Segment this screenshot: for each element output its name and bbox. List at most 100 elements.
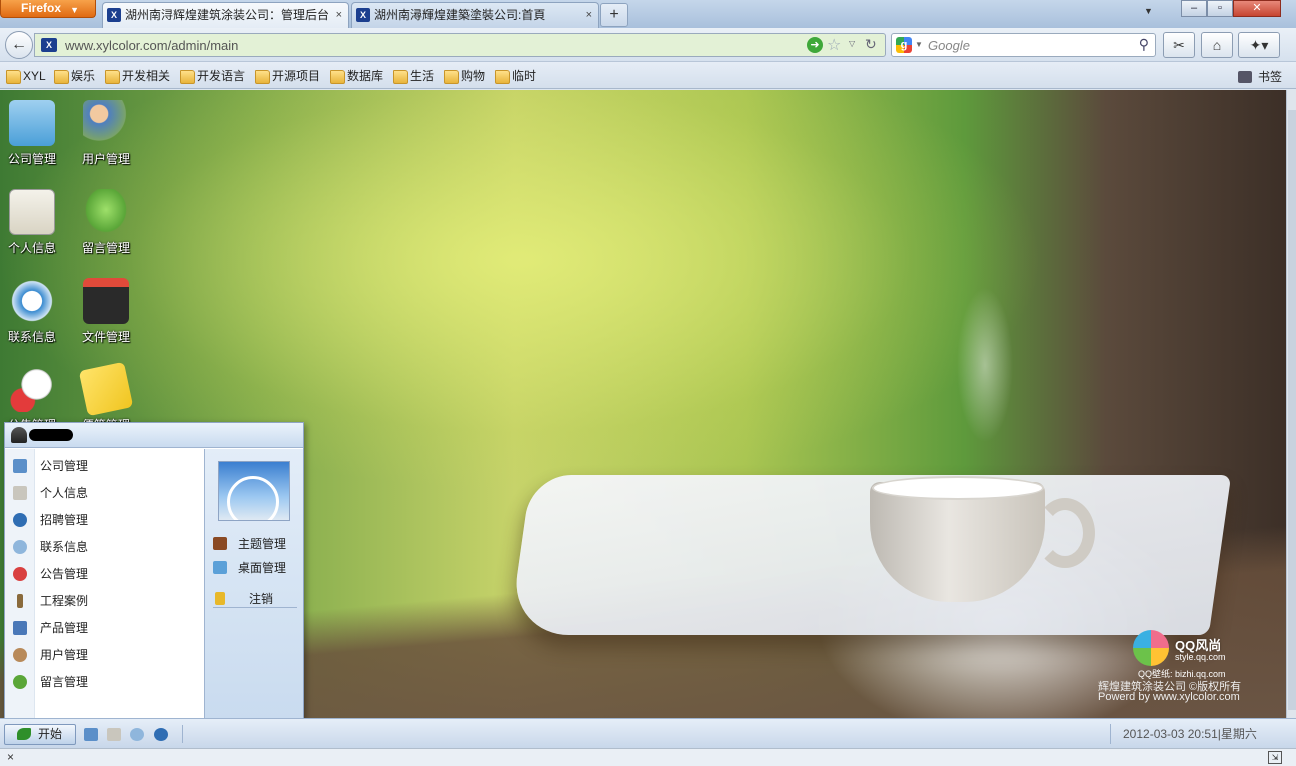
addon-button[interactable]: ✦▾ — [1238, 32, 1280, 58]
contact-icon[interactable] — [130, 728, 144, 741]
desktop-icon-label: 个人信息 — [7, 241, 56, 255]
wallpaper-cup-rim — [872, 476, 1044, 500]
menu-item-profile[interactable]: 个人信息 — [11, 480, 201, 506]
start-menu-header — [5, 423, 303, 448]
bookmarks-menu-button[interactable]: 书签 — [1238, 68, 1282, 85]
folder-icon — [83, 278, 129, 324]
user-avatar-icon — [11, 427, 27, 443]
theme-icon — [213, 537, 227, 550]
company-icon — [13, 459, 27, 473]
menu-item-contact[interactable]: 联系信息 — [11, 534, 201, 560]
start-menu: 公司管理 个人信息 招聘管理 联系信息 公告管理 工程案例 产品管理 用户管理 … — [4, 422, 304, 720]
project-icon — [17, 594, 23, 608]
close-tab-icon[interactable]: × — [336, 3, 342, 27]
company-building-icon — [9, 100, 55, 146]
engine-dropdown-icon[interactable]: ▼ — [915, 40, 923, 49]
desktop-icon-messages[interactable]: 留言管理 — [71, 181, 141, 261]
go-arrow-icon[interactable]: ➜ — [807, 37, 823, 53]
message-bubble-icon — [83, 189, 129, 235]
watermark-line3: Powerd by www.xylcolor.com — [1098, 691, 1240, 703]
desktop-icon-profile[interactable]: 个人信息 — [0, 181, 67, 261]
bookmark-star-icon[interactable]: ☆ — [827, 35, 841, 55]
menu-item-label: 联系信息 — [40, 540, 89, 554]
sticky-note-icon — [78, 361, 134, 417]
bookmark-folder[interactable]: 开源项目 — [253, 68, 320, 84]
google-engine-icon[interactable]: g — [896, 37, 912, 53]
menu-item-theme[interactable]: 主题管理 — [211, 533, 299, 555]
close-tab-icon[interactable]: × — [586, 3, 592, 27]
bookmark-folder[interactable]: XYL — [4, 68, 46, 84]
menu-item-label: 招聘管理 — [40, 513, 89, 527]
menu-item-products[interactable]: 产品管理 — [11, 615, 201, 641]
maximize-button[interactable]: ▫ — [1207, 0, 1233, 17]
menu-item-label: 个人信息 — [40, 486, 89, 500]
bookmark-folder[interactable]: 数据库 — [328, 68, 383, 84]
desktop-icon-label: 公司管理 — [7, 152, 56, 166]
bookmark-folder[interactable]: 生活 — [391, 68, 434, 84]
bookmark-folder[interactable]: 开发语言 — [178, 68, 245, 84]
tab-home[interactable]: X 湖州南潯輝煌建築塗裝公司:首頁 × — [351, 2, 599, 28]
url-bar[interactable]: X www.xylcolor.com/admin/main ➜ ☆ ▽ ↻ — [34, 33, 886, 57]
menu-item-users[interactable]: 用户管理 — [11, 642, 201, 668]
scrollbar-thumb[interactable] — [1288, 110, 1296, 710]
desktop-icon-users[interactable]: 用户管理 — [71, 92, 141, 172]
watermark-site: style.qq.com — [1175, 652, 1226, 662]
menu-item-label: 公告管理 — [40, 567, 89, 581]
menu-item-logout[interactable]: 注销 — [211, 588, 299, 610]
vertical-scrollbar[interactable] — [1286, 90, 1296, 718]
status-bar: × ⇲ — [0, 748, 1296, 766]
desktop-icon-contact[interactable]: 联系信息 — [0, 270, 67, 350]
bookmark-folder[interactable]: 开发相关 — [103, 68, 170, 84]
announcement-icon — [9, 366, 55, 412]
start-button[interactable]: 开始 — [4, 724, 76, 745]
menu-item-label: 桌面管理 — [238, 561, 287, 575]
bookmark-folder[interactable]: 临时 — [493, 68, 536, 84]
home-button[interactable]: ⌂ — [1201, 32, 1233, 58]
desktop-icon — [213, 561, 227, 574]
desktop-icon-label: 文件管理 — [81, 330, 130, 344]
search-placeholder: Google — [928, 38, 970, 53]
menu-item-recruit[interactable]: 招聘管理 — [11, 507, 201, 533]
back-button[interactable]: ← — [5, 31, 33, 59]
id-card-icon — [9, 189, 55, 235]
message-bubble-icon — [13, 675, 27, 689]
close-addon-bar-icon[interactable]: × — [7, 750, 14, 764]
window-close-button[interactable]: ✕ — [1233, 0, 1281, 17]
firefox-menu-button[interactable]: Firefox ▼ — [0, 0, 96, 18]
menu-item-label: 公司管理 — [40, 459, 89, 473]
new-tab-button[interactable]: + — [600, 3, 628, 27]
menu-item-label: 主题管理 — [238, 537, 287, 551]
bookmarks-toolbar: XYL 娱乐 开发相关 开发语言 开源项目 数据库 生活 购物 临时 书签 — [0, 62, 1296, 89]
minimize-button[interactable]: – — [1181, 0, 1207, 17]
menu-item-company[interactable]: 公司管理 — [11, 453, 201, 479]
resize-grip-icon[interactable]: ⇲ — [1268, 751, 1282, 764]
taskbar-divider — [182, 725, 183, 743]
id-card-icon[interactable] — [107, 728, 121, 741]
menu-item-projects[interactable]: 工程案例 — [11, 588, 201, 614]
chevron-down-icon: ▼ — [70, 5, 79, 15]
menu-item-messages[interactable]: 留言管理 — [11, 669, 201, 695]
bookmark-folder[interactable]: 娱乐 — [52, 68, 95, 84]
taskbar: 开始 2012-03-03 20:51|星期六 — [0, 718, 1296, 748]
id-card-icon — [13, 486, 27, 500]
history-dropdown-icon[interactable]: ▽ — [849, 39, 855, 48]
bookmark-folder[interactable]: 购物 — [442, 68, 485, 84]
menu-item-desktop[interactable]: 桌面管理 — [211, 557, 299, 579]
start-icon — [17, 728, 31, 740]
wallpaper-steam — [930, 250, 1040, 480]
users-icon — [13, 648, 27, 662]
search-box[interactable]: g ▼ Google ⚲ — [891, 33, 1156, 57]
reload-icon[interactable]: ↻ — [865, 36, 877, 53]
list-tabs-icon[interactable]: ▼ — [1144, 6, 1153, 16]
menu-item-announcements[interactable]: 公告管理 — [11, 561, 201, 587]
recruit-icon[interactable] — [154, 728, 168, 741]
desktop-icon-company[interactable]: 公司管理 — [0, 92, 67, 172]
search-icon[interactable]: ⚲ — [1139, 36, 1149, 53]
desktop-icon-label: 联系信息 — [7, 330, 56, 344]
url-text[interactable]: www.xylcolor.com/admin/main — [65, 38, 238, 53]
at-sign-icon — [9, 278, 55, 324]
company-icon[interactable] — [84, 728, 98, 741]
tab-admin[interactable]: X 湖州南浔辉煌建筑涂装公司：管理后台 × — [102, 2, 349, 28]
scissors-tool-button[interactable]: ✂ — [1163, 32, 1195, 58]
desktop-icon-files[interactable]: 文件管理 — [71, 270, 141, 350]
